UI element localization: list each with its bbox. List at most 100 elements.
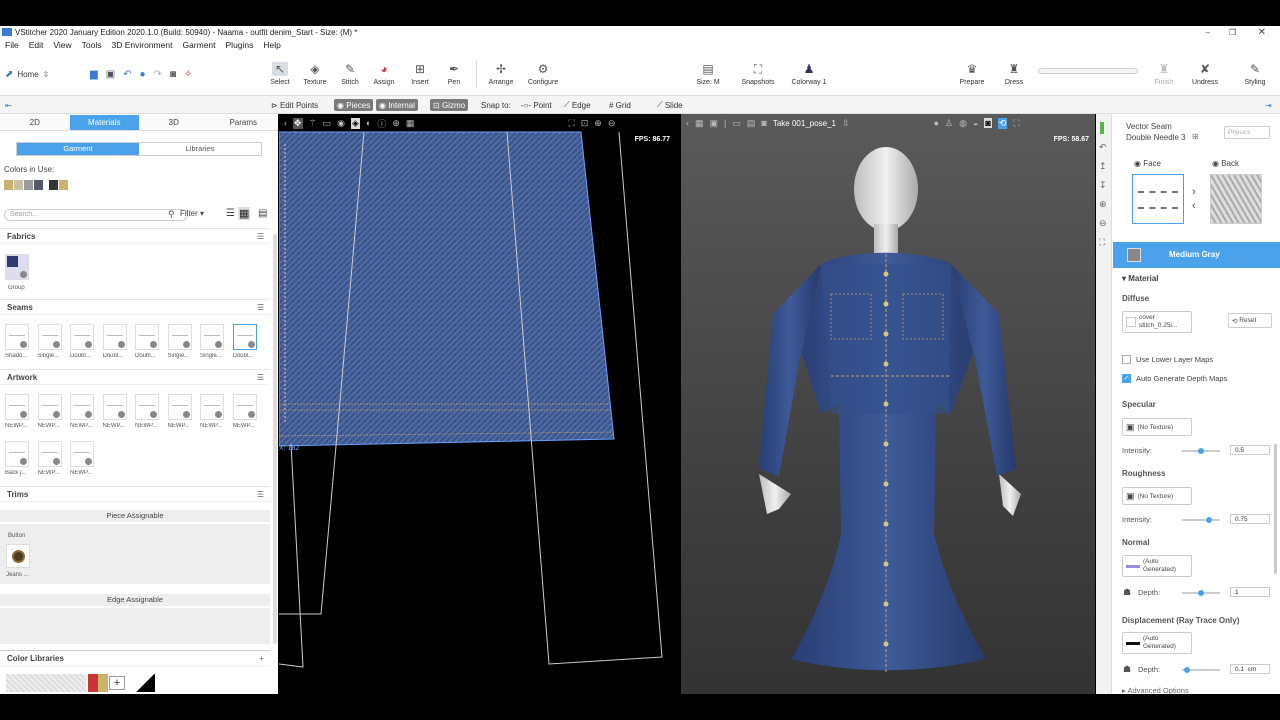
upload-icon[interactable]: ↥ [1099, 157, 1107, 176]
menu-garment[interactable]: Garment [177, 40, 220, 50]
subtab-garment[interactable]: Garment [17, 143, 139, 155]
snap-edge-button[interactable]: ⟋ Edge [561, 99, 594, 111]
tab-2d[interactable]: 2D [0, 115, 70, 130]
camera-icon[interactable]: ◙ [170, 69, 176, 80]
undress-button[interactable]: ✘ Undress [1190, 52, 1220, 96]
undo-icon[interactable]: ↶ [123, 69, 131, 80]
specular-slider[interactable] [1182, 448, 1220, 454]
menu-3d-environment[interactable]: 3D Environment [106, 40, 177, 50]
normal-texture[interactable]: (Auto Generated) [1122, 555, 1192, 577]
menu-view[interactable]: View [48, 40, 76, 50]
tool-configure[interactable]: ⚙ Configure [526, 52, 560, 96]
tool-assign[interactable]: ◕ Assign [372, 52, 396, 96]
grid-view-icon[interactable]: ▦ [238, 207, 251, 220]
snap-point-button[interactable]: -○- Point [518, 99, 555, 111]
material-section-header[interactable]: ▾ Material [1122, 274, 1158, 283]
menu-tools[interactable]: Tools [77, 40, 107, 50]
dress-button[interactable]: ♜ Dress [1002, 52, 1026, 96]
face-label[interactable]: ◉ Face [1134, 159, 1161, 168]
seam-thumb[interactable] [200, 324, 224, 350]
restore-icon[interactable]: ❐ [1229, 28, 1236, 37]
zoom-out-icon[interactable]: ⊖ [1099, 214, 1107, 233]
normal-depth-value[interactable]: 1 [1230, 587, 1270, 597]
artwork-thumb[interactable] [70, 394, 94, 420]
roughness-value[interactable]: 0.75 [1230, 514, 1270, 524]
download-icon[interactable]: ↧ [1099, 176, 1107, 195]
snapshots-button[interactable]: ⛶ Snapshots [740, 52, 776, 96]
color-swatch[interactable] [49, 180, 58, 190]
snap-grid-button[interactable]: # Grid [606, 99, 634, 111]
seam-thumb[interactable] [167, 324, 192, 350]
tool-pen[interactable]: ✒ Pen [443, 52, 465, 96]
artwork-thumb[interactable] [200, 394, 224, 420]
trims-header[interactable]: Trims ☰ [0, 486, 270, 502]
filter-dropdown[interactable]: Filter ▾ [180, 209, 204, 218]
seam-thumb[interactable] [135, 324, 159, 350]
back-preview[interactable] [1210, 174, 1262, 224]
link-icon[interactable]: ⊞ [1192, 132, 1199, 141]
color-swatch[interactable] [59, 180, 68, 190]
tool-stitch[interactable]: ✎ Stitch [338, 52, 362, 96]
color-swatch[interactable] [4, 180, 13, 190]
use-lower-checkbox[interactable] [1122, 355, 1131, 364]
button-trim-thumb[interactable] [6, 544, 30, 568]
denim-skirt-piece[interactable] [279, 131, 615, 447]
seam-thumb[interactable] [70, 324, 94, 350]
minimize-icon[interactable]: – [1206, 28, 1210, 37]
home-button[interactable]: ⬈ Home ⇳ [5, 52, 49, 96]
tool-insert[interactable]: ⊞ Insert [408, 52, 432, 96]
menu-help[interactable]: Help [258, 40, 285, 50]
add-color-button[interactable]: + [109, 676, 125, 690]
search-input[interactable]: Search... [4, 209, 188, 221]
artwork-thumb[interactable] [70, 441, 94, 467]
seam-thumb[interactable] [5, 324, 29, 350]
roughness-slider[interactable] [1182, 517, 1220, 523]
seam-thumb[interactable] [232, 324, 257, 350]
edit-points-button[interactable]: ⊳ Edit Points [268, 99, 321, 111]
colorway-selector[interactable]: ♟ Colorway 1 [790, 52, 828, 96]
chevron-right-icon[interactable]: › [1192, 186, 1196, 198]
internal-toggle[interactable]: ◉ Internal [376, 99, 418, 111]
artwork-thumb[interactable] [37, 441, 62, 467]
artwork-header[interactable]: Artwork ☰ [0, 369, 270, 385]
tool-select[interactable]: ↖ Select [268, 52, 292, 96]
tool-arrange[interactable]: ✢ Arrange [486, 52, 516, 96]
normal-depth-slider[interactable] [1182, 590, 1220, 596]
tab-3d[interactable]: 3D [139, 115, 209, 130]
auto-depth-checkbox[interactable]: ✓ [1122, 374, 1131, 383]
displacement-depth-slider[interactable] [1182, 667, 1220, 673]
zoom-in-icon[interactable]: ⊕ [1099, 195, 1107, 214]
color-row[interactable]: Medium Gray [1113, 242, 1280, 268]
library-swatch[interactable] [88, 674, 108, 692]
size-selector[interactable]: ▤ Size: M [694, 52, 722, 96]
save-icon[interactable]: ▣ [106, 69, 115, 80]
artwork-thumb[interactable] [167, 394, 192, 420]
color-swatch[interactable] [34, 180, 43, 190]
artwork-thumb[interactable] [37, 394, 62, 420]
specular-value[interactable]: 0.5 [1230, 445, 1270, 455]
physics-button[interactable]: Physics [1224, 126, 1270, 139]
artwork-thumb[interactable] [232, 394, 257, 420]
close-icon[interactable]: ✕ [1258, 27, 1266, 38]
collapse-right-icon[interactable]: ⇥ [1262, 99, 1275, 111]
diffuse-texture[interactable]: cover stitch_0.25i... [1122, 311, 1192, 333]
tab-params[interactable]: Params [209, 115, 279, 130]
tool-texture[interactable]: ◈ Texture [302, 52, 328, 96]
viewport-3d[interactable]: ‹ ▦ ▣ | ▭ ▤ ◙ Take 001_pose_1 ⇳ ● ♙ ◍ ◒ … [681, 114, 1095, 694]
roughness-texture[interactable]: ▣ (No Texture) [1122, 487, 1192, 505]
panel-scrollbar[interactable] [273, 234, 277, 644]
properties-scrollbar[interactable] [1274, 444, 1277, 574]
menu-icon[interactable]: ☰ [257, 229, 264, 245]
piece-outline[interactable] [279, 443, 304, 668]
subtab-libraries[interactable]: Libraries [139, 143, 261, 155]
artwork-thumb[interactable] [102, 394, 127, 420]
menu-icon[interactable]: ☰ [257, 300, 264, 316]
arrow-icon[interactable]: ↶ [1099, 138, 1107, 157]
tab-materials[interactable]: Materials [69, 115, 139, 130]
collapse-left-icon[interactable]: ⇤ [2, 99, 15, 111]
library-swatch-bw[interactable] [135, 674, 155, 692]
list-view-icon[interactable]: ☰ [226, 208, 235, 219]
history-icon[interactable]: ● [140, 69, 146, 80]
fabrics-header[interactable]: Fabrics ☰ [0, 228, 270, 244]
artwork-thumb[interactable] [5, 441, 29, 467]
